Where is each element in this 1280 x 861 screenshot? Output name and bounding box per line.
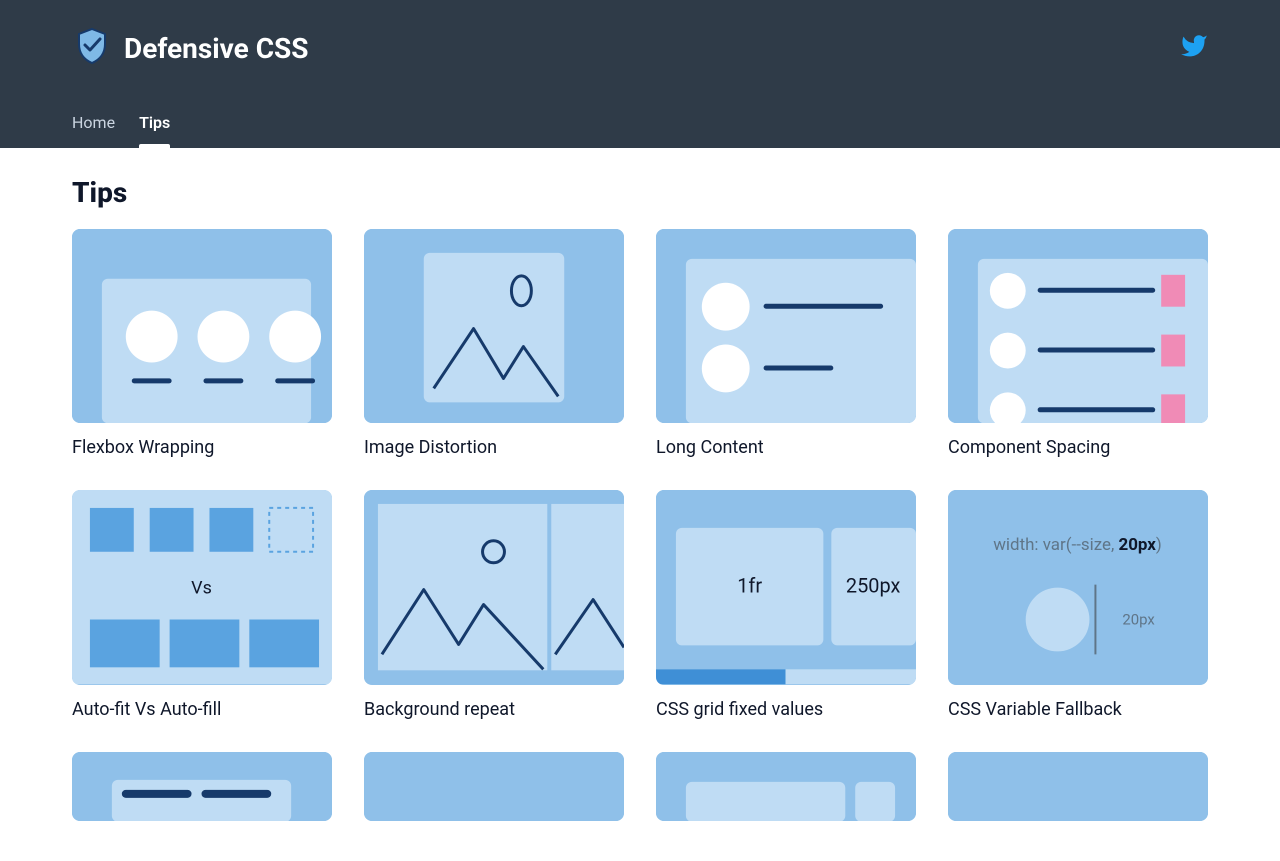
card-thumb xyxy=(364,752,624,822)
svg-text:20px: 20px xyxy=(1122,611,1155,629)
card-grid-fixed-values[interactable]: 1fr 250px CSS grid fixed values xyxy=(656,490,916,719)
card-background-repeat[interactable]: Background repeat xyxy=(364,490,624,719)
svg-text:1fr: 1fr xyxy=(737,575,762,598)
card-title: Background repeat xyxy=(364,699,624,720)
card-title: Flexbox Wrapping xyxy=(72,437,332,458)
card-component-spacing[interactable]: Component Spacing xyxy=(948,229,1208,458)
page-title: Tips xyxy=(72,176,1208,209)
card-thumb xyxy=(72,229,332,423)
card-thumb xyxy=(364,229,624,423)
card-peek[interactable] xyxy=(656,752,916,822)
card-image-distortion[interactable]: Image Distortion xyxy=(364,229,624,458)
card-thumb: width: var(--size, 20px) 20px xyxy=(948,490,1208,684)
svg-text:width: var(--size, 20px): width: var(--size, 20px) xyxy=(993,535,1162,555)
card-title: Auto-fit Vs Auto-fill xyxy=(72,699,332,720)
card-thumb: Vs xyxy=(72,490,332,684)
nav-home[interactable]: Home xyxy=(72,96,115,148)
card-title: CSS grid fixed values xyxy=(656,699,916,720)
card-thumb xyxy=(364,490,624,684)
card-autofit-vs-autofill[interactable]: Vs Auto-fit Vs Auto-fill xyxy=(72,490,332,719)
brand[interactable]: Defensive CSS xyxy=(72,26,309,70)
card-long-content[interactable]: Long Content xyxy=(656,229,916,458)
shield-icon xyxy=(72,26,112,70)
card-thumb xyxy=(656,229,916,423)
svg-text:250px: 250px xyxy=(846,575,901,598)
card-thumb: 1fr 250px xyxy=(656,490,916,684)
card-thumb xyxy=(72,752,332,822)
card-peek[interactable] xyxy=(72,752,332,822)
svg-text:Vs: Vs xyxy=(191,578,212,599)
card-thumb xyxy=(948,752,1208,822)
card-peek[interactable] xyxy=(364,752,624,822)
tips-grid: Flexbox Wrapping Image Distortion xyxy=(72,229,1208,821)
card-flexbox-wrapping[interactable]: Flexbox Wrapping xyxy=(72,229,332,458)
card-title: Long Content xyxy=(656,437,916,458)
twitter-icon[interactable] xyxy=(1180,32,1208,64)
card-variable-fallback[interactable]: width: var(--size, 20px) 20px CSS Variab… xyxy=(948,490,1208,719)
card-peek[interactable] xyxy=(948,752,1208,822)
nav-tips[interactable]: Tips xyxy=(139,96,170,148)
card-thumb xyxy=(948,229,1208,423)
card-title: Component Spacing xyxy=(948,437,1208,458)
card-thumb xyxy=(656,752,916,822)
card-title: Image Distortion xyxy=(364,437,624,458)
brand-title: Defensive CSS xyxy=(124,32,309,65)
main-nav: Home Tips xyxy=(72,96,1208,148)
card-title: CSS Variable Fallback xyxy=(948,699,1208,720)
